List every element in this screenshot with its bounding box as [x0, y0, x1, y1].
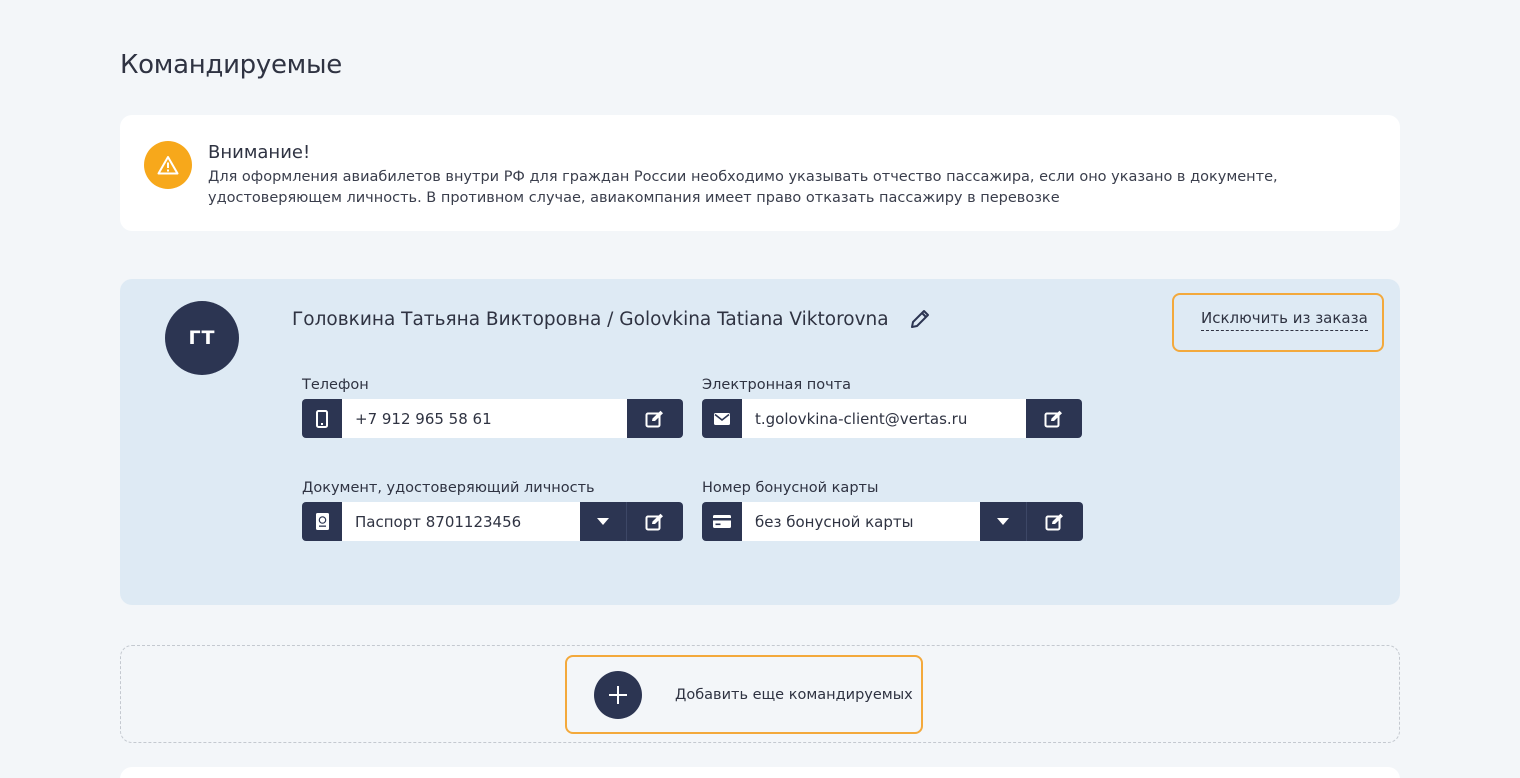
phone-field: +7 912 965 58 61 — [302, 399, 683, 438]
document-edit-button[interactable] — [627, 502, 683, 541]
exclude-from-order-button[interactable]: Исключить из заказа — [1172, 293, 1384, 352]
bonus-card-label: Номер бонусной карты — [702, 480, 879, 496]
add-travelers-area: Добавить еще командируемых — [120, 645, 1400, 743]
passport-icon — [302, 502, 342, 541]
chevron-down-icon[interactable] — [580, 502, 627, 541]
phone-input[interactable]: +7 912 965 58 61 — [342, 399, 627, 438]
email-input[interactable]: t.golovkina-client@vertas.ru — [742, 399, 1026, 438]
exclude-label: Исключить из заказа — [1201, 309, 1368, 331]
traveler-card: ГТ Головкина Татьяна Викторовна / Golovk… — [120, 279, 1400, 605]
phone-icon — [302, 399, 342, 438]
alert-text: Для оформления авиабилетов внутри РФ для… — [208, 169, 1278, 206]
bonus-card-field: без бонусной карты — [702, 502, 1083, 541]
document-field: Паспорт 8701123456 — [302, 502, 683, 541]
edit-icon — [1044, 410, 1062, 427]
phone-label: Телефон — [302, 377, 369, 393]
document-label: Документ, удостоверяющий личность — [302, 480, 595, 496]
email-label: Электронная почта — [702, 377, 852, 393]
email-field: t.golovkina-client@vertas.ru — [702, 399, 1082, 438]
alert-title: Внимание! — [208, 142, 311, 163]
add-travelers-label: Добавить еще командируемых — [675, 687, 913, 703]
envelope-icon — [702, 399, 742, 438]
next-section-card — [120, 767, 1400, 778]
warning-icon — [144, 141, 192, 189]
bonus-card-select[interactable]: без бонусной карты — [742, 502, 980, 541]
phone-edit-button[interactable] — [627, 399, 683, 438]
chevron-down-icon[interactable] — [980, 502, 1027, 541]
document-select[interactable]: Паспорт 8701123456 — [342, 502, 580, 541]
attention-alert: Внимание! Для оформления авиабилетов вну… — [120, 115, 1400, 231]
plus-icon — [594, 671, 642, 719]
traveler-name: Головкина Татьяна Викторовна / Golovkina… — [292, 309, 889, 330]
page-title: Командируемые — [120, 50, 342, 80]
avatar: ГТ — [165, 301, 239, 375]
bonus-card-edit-button[interactable] — [1027, 502, 1083, 541]
add-travelers-button[interactable]: Добавить еще командируемых — [565, 655, 923, 734]
credit-card-icon — [702, 502, 742, 541]
edit-icon — [645, 410, 663, 427]
email-edit-button[interactable] — [1026, 399, 1082, 438]
pencil-icon[interactable] — [908, 307, 932, 331]
edit-icon — [1045, 513, 1063, 530]
edit-icon — [645, 513, 663, 530]
